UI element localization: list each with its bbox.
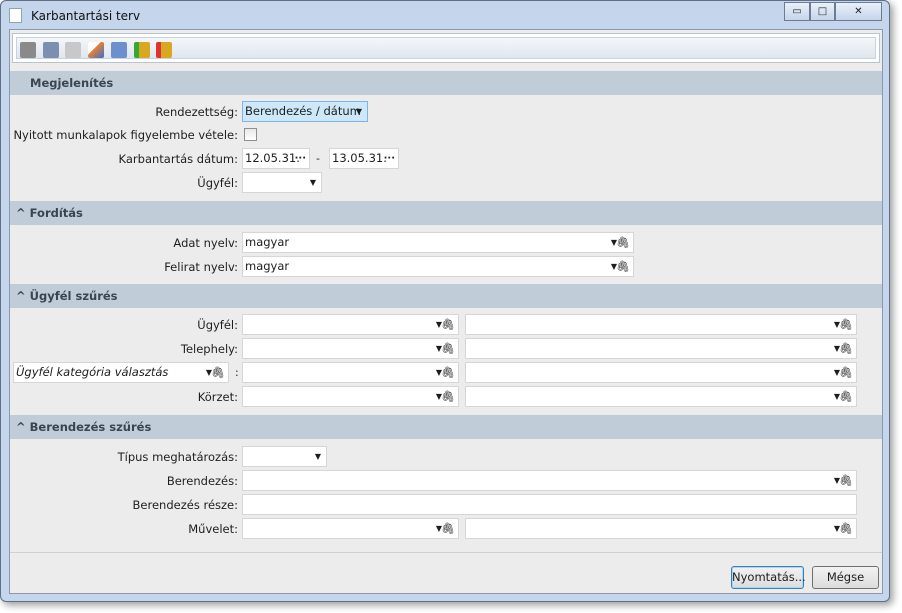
preview-icon[interactable] [43,42,59,58]
paperclip-icon[interactable]: 🖇 [839,363,853,382]
filter-select-1[interactable]: ▼ 🖇 [242,338,459,359]
data-lang-select[interactable]: magyar ▼ 🖇 [242,232,634,253]
print-icon[interactable] [20,42,36,58]
filter-select-2[interactable]: ▼ 🖇 [465,338,857,359]
date-dash: - [316,152,320,165]
cancel-button[interactable]: Mégse [812,566,879,589]
paperclip-icon[interactable]: 🖇 [441,387,455,406]
filter-select-2[interactable]: ▼ 🖇 [465,386,857,407]
caption-lang-value: magyar [245,259,290,273]
filter-select-2[interactable]: ▼ 🖇 [465,314,857,335]
close-button[interactable]: ✕ [835,2,882,21]
client-area: Megjelenítés Rendezettség: Berendezés / … [9,29,883,594]
cf-customer-label: Ügyfél: [197,318,238,332]
date-to-value: 13.05.31. [332,151,387,165]
type-label: Típus meghatározás: [117,450,238,464]
operation-select-1[interactable]: ▼ 🖇 [242,518,459,539]
paperclip-icon[interactable]: 🖇 [441,519,455,538]
minimize-button[interactable]: ▭ [784,2,810,21]
ellipsis-icon[interactable]: ··· [295,149,306,168]
collapse-icon: ^ [16,420,26,434]
section-translation-header[interactable]: ^ Fordítás [10,201,882,225]
date-label: Karbantartás dátum: [118,152,238,166]
customer-label: Ügyfél: [197,176,238,190]
paperclip-icon[interactable]: 🖇 [839,339,853,358]
paperclip-icon[interactable]: 🖇 [211,363,225,382]
filter-select-2[interactable]: ▼ 🖇 [465,362,857,383]
db-export-icon[interactable] [156,42,172,58]
edit-icon[interactable] [88,42,104,58]
caption-lang-select[interactable]: magyar ▼ 🖇 [242,256,634,277]
calculator-icon[interactable] [111,42,127,58]
category-colon: : [235,366,239,379]
paperclip-icon[interactable]: 🖇 [616,257,630,276]
operation-select-2[interactable]: ▼ 🖇 [465,518,857,539]
operation-label: Művelet: [188,522,238,536]
collapse-icon: ^ [16,289,26,303]
window-title: Karbantartási terv [31,9,141,23]
category-select[interactable]: Ügyfél kategória választás ▼ 🖇 [13,362,229,383]
data-lang-value: magyar [245,235,290,249]
paperclip-icon[interactable]: 🖇 [441,315,455,334]
paperclip-icon[interactable]: 🖇 [839,471,853,490]
section-customer-filter-header[interactable]: ^ Ügyfél szűrés [10,284,882,308]
open-worksheets-label: Nyitott munkalapok figyelembe vétele: [13,128,238,142]
paperclip-icon[interactable]: 🖇 [839,387,853,406]
date-from-value: 12.05.31. [245,151,300,165]
filter-select-1[interactable]: ▼ 🖇 [242,386,459,407]
app-icon [9,8,22,23]
equipment-select[interactable]: ▼ 🖇 [242,470,857,491]
date-to-field[interactable]: 13.05.31. ··· [329,148,399,169]
paperclip-icon[interactable]: 🖇 [839,519,853,538]
cf-site-label: Telephely: [180,342,238,356]
section-title: Ügyfél szűrés [29,289,118,303]
paperclip-icon[interactable]: 🖇 [839,315,853,334]
maximize-button[interactable]: □ [810,2,835,21]
paperclip-icon[interactable]: 🖇 [616,233,630,252]
date-from-field[interactable]: 12.05.31. ··· [242,148,310,169]
customer-select[interactable]: ▼ [242,172,322,193]
section-title: Berendezés szűrés [29,420,152,434]
data-lang-label: Adat nyelv: [173,236,238,250]
order-value: Berendezés / dátum [245,104,361,118]
divider [10,552,882,553]
print-button[interactable]: Nyomtatás... [731,566,806,589]
open-worksheets-checkbox[interactable] [244,128,257,141]
filter-select-1[interactable]: ▼ 🖇 [242,362,459,383]
copy-icon[interactable] [65,42,81,58]
caption-lang-label: Felirat nyelv: [164,260,238,274]
ellipsis-icon[interactable]: ··· [384,149,395,168]
paperclip-icon[interactable]: 🖇 [441,339,455,358]
cf-district-label: Körzet: [197,390,238,404]
equipment-part-label: Berendezés része: [132,498,238,512]
collapse-icon: ^ [16,206,26,220]
equipment-label: Berendezés: [166,474,238,488]
chevron-down-icon: ▼ [355,107,362,116]
order-select[interactable]: Berendezés / dátum ▼ [242,101,368,122]
type-select[interactable]: ▼ [242,446,327,467]
toolbar [12,33,880,63]
db-import-icon[interactable] [134,42,150,58]
category-value: Ügyfél kategória választás [16,365,169,379]
section-display-header: Megjelenítés [10,71,882,95]
dialog-window: Karbantartási terv ▭ □ ✕ Megjelenítés Re… [0,0,890,602]
section-title: Fordítás [29,206,83,220]
filter-select-1[interactable]: ▼ 🖇 [242,314,459,335]
order-label: Rendezettség: [155,105,238,119]
chevron-down-icon: ▼ [314,452,321,461]
chevron-down-icon: ▼ [309,178,316,187]
equipment-part-input[interactable] [242,494,857,515]
paperclip-icon[interactable]: 🖇 [441,363,455,382]
section-equipment-filter-header[interactable]: ^ Berendezés szűrés [10,415,882,439]
